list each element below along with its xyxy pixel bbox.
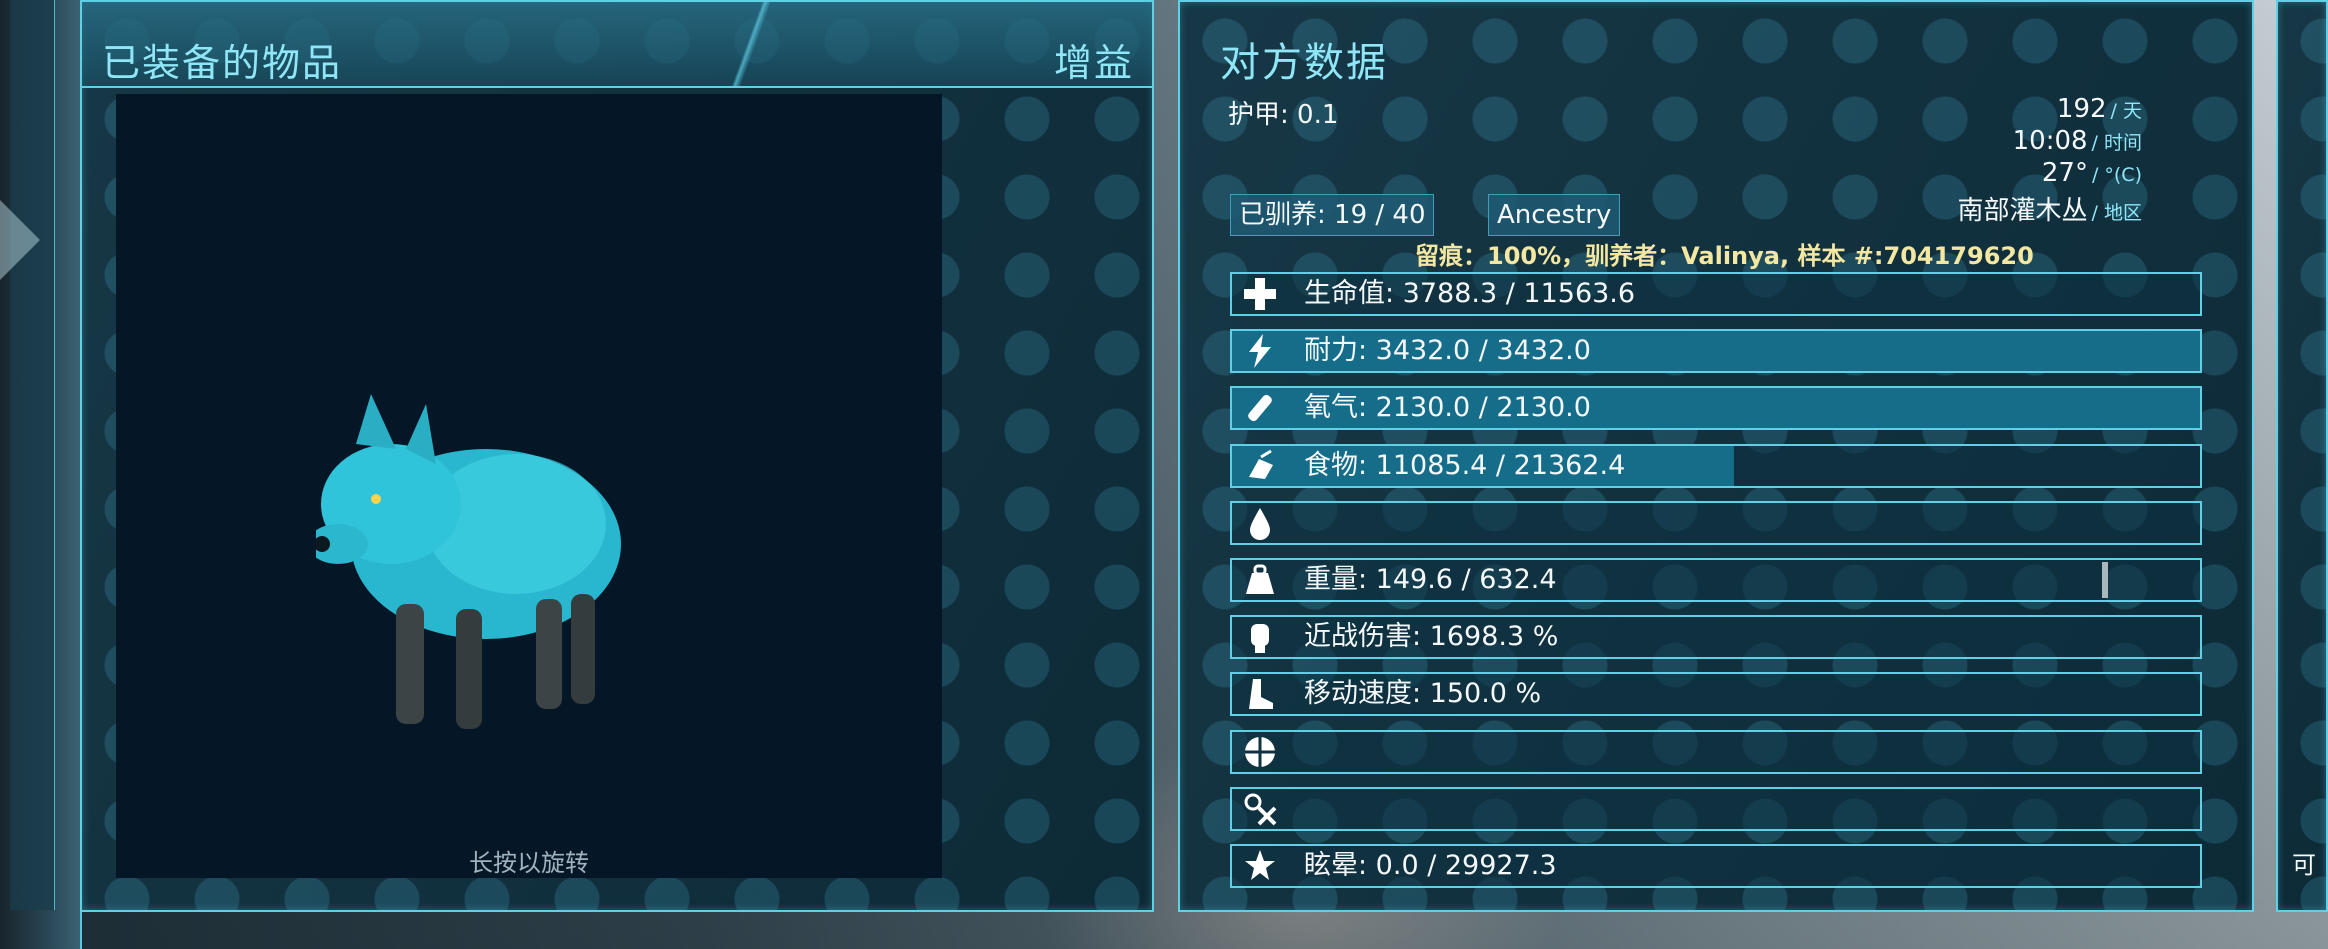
- left-edge-strip: [10, 0, 55, 910]
- speed-icon: [1232, 674, 1288, 714]
- rotate-hint: 长按以旋转: [469, 849, 589, 877]
- stat-label-health: 生命值: 3788.3 / 11563.6: [1304, 278, 1636, 309]
- target-stats-panel: 对方数据 护甲: 0.1 192/ 天 10:08/ 时间 27° / °(C) …: [1178, 0, 2254, 912]
- stat-bar-oxygen: 氧气: 2130.0 / 2130.0: [1230, 386, 2202, 430]
- time-value: 10:08: [2012, 126, 2088, 156]
- equipped-items-panel: 已装备的物品 增益 长按以旋转: [80, 0, 1154, 912]
- next-panel-partial: 可: [2276, 0, 2328, 912]
- day-value: 192: [2056, 94, 2107, 124]
- left-arrow-icon[interactable]: [0, 200, 40, 280]
- weight-threshold-marker: [2102, 562, 2108, 598]
- next-panel-label: 可: [2292, 851, 2316, 879]
- stat-label-torpor: 眩晕: 0.0 / 29927.3: [1304, 850, 1557, 881]
- equipped-header: 已装备的物品 增益: [82, 2, 1152, 88]
- imprint-info: 留痕：100%，驯养者：Valinya, 样本 #:704179620: [1415, 242, 2034, 270]
- time-unit: / 时间: [2091, 132, 2142, 154]
- stat-bar-melee: 近战伤害: 1698.3 %: [1230, 615, 2202, 659]
- stat-bar-torpor: 眩晕: 0.0 / 29927.3: [1230, 844, 2202, 888]
- weight-icon: [1232, 560, 1288, 600]
- stat-bar-food: 食物: 11085.4 / 21362.4: [1230, 444, 2202, 488]
- temperature-unit: / °(C): [2091, 164, 2142, 186]
- day-unit: / 天: [2110, 100, 2142, 122]
- stamina-icon: [1232, 331, 1288, 371]
- stat-label-stamina: 耐力: 3432.0 / 3432.0: [1304, 335, 1591, 366]
- equipped-items-title: 已装备的物品: [102, 41, 343, 85]
- torpor-icon: [1232, 846, 1288, 886]
- environment-day: 192/ 天: [2057, 94, 2142, 124]
- temperature-value: 27°: [2041, 158, 2088, 188]
- armor-value: 护甲: 0.1: [1228, 100, 1339, 130]
- target-stats-title: 对方数据: [1220, 40, 1388, 86]
- environment-temperature: 27° / °(C): [2042, 158, 2142, 188]
- stat-label-food: 食物: 11085.4 / 21362.4: [1304, 450, 1626, 481]
- stat-bar-fortitude: [1230, 730, 2202, 774]
- region-unit: / 地区: [2091, 202, 2142, 224]
- stat-bar-stamina: 耐力: 3432.0 / 3432.0: [1230, 329, 2202, 373]
- stat-bar-water: [1230, 501, 2202, 545]
- food-icon: [1232, 446, 1288, 486]
- stat-label-oxygen: 氧气: 2130.0 / 2130.0: [1304, 392, 1591, 423]
- buffs-tab[interactable]: 增益: [1054, 32, 1134, 87]
- region-value: 南部灌木丛: [1957, 196, 2088, 226]
- stat-bar-speed: 移动速度: 150.0 %: [1230, 672, 2202, 716]
- oxygen-icon: [1232, 388, 1288, 428]
- stat-bar-crafting: [1230, 787, 2202, 831]
- stat-label-melee: 近战伤害: 1698.3 %: [1304, 621, 1559, 652]
- left-edge-panel: [0, 0, 82, 949]
- header-divider: [702, 2, 822, 86]
- creature-model[interactable]: [316, 374, 656, 754]
- stat-label-speed: 移动速度: 150.0 %: [1304, 678, 1542, 709]
- stat-bar-health: 生命值: 3788.3 / 11563.6: [1230, 272, 2202, 316]
- stat-bar-weight: 重量: 149.6 / 632.4: [1230, 558, 2202, 602]
- environment-region: 南部灌木丛 / 地区: [1958, 190, 2142, 227]
- tamed-count: 已驯养: 19 / 40: [1230, 194, 1435, 236]
- stat-label-weight: 重量: 149.6 / 632.4: [1304, 564, 1557, 595]
- fortitude-icon: [1232, 732, 1288, 772]
- crafting-icon: [1232, 789, 1288, 829]
- water-icon: [1232, 503, 1288, 543]
- ancestry-button[interactable]: Ancestry: [1488, 194, 1621, 236]
- melee-icon: [1232, 617, 1288, 657]
- creature-viewport[interactable]: 长按以旋转: [116, 94, 942, 878]
- health-icon: [1232, 274, 1288, 314]
- environment-time: 10:08/ 时间: [2013, 126, 2142, 156]
- equipment-slot-column: [943, 94, 1119, 878]
